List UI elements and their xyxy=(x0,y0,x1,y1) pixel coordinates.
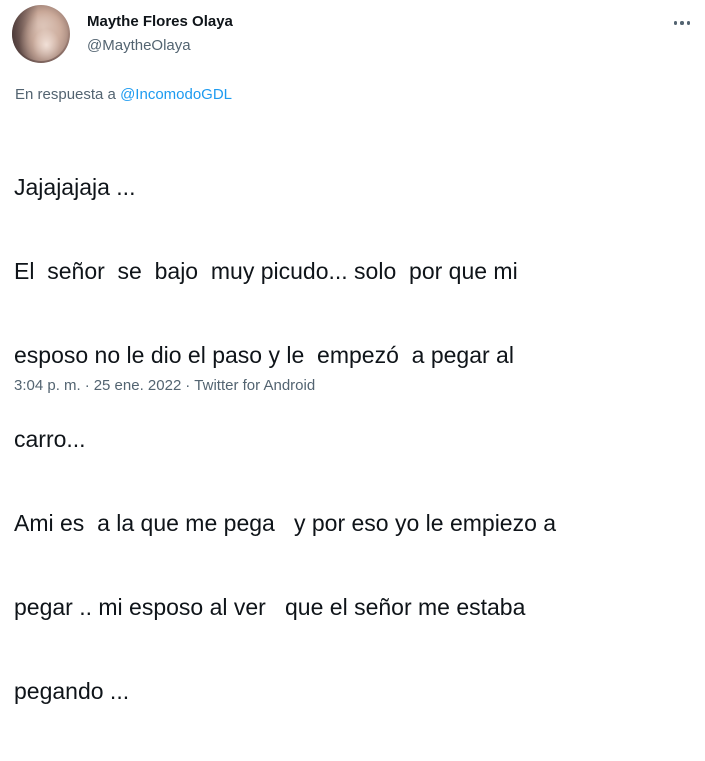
tweet-line: Jajajajaja ... xyxy=(14,174,136,200)
tweet-line: pegando ... xyxy=(14,678,130,704)
tweet: Maythe Flores Olaya @MaytheOlaya En resp… xyxy=(0,0,705,704)
meta-separator: · xyxy=(84,377,90,394)
meta-separator: · xyxy=(185,377,191,394)
tweet-text: Jajajajaja ... El señor se bajo muy picu… xyxy=(14,117,694,761)
display-name[interactable]: Maythe Flores Olaya xyxy=(87,13,233,30)
tweet-source[interactable]: Twitter for Android xyxy=(194,377,315,394)
more-dot xyxy=(680,21,684,25)
tweet-line: El señor se bajo muy picudo... solo por … xyxy=(14,258,518,284)
more-dot xyxy=(673,21,678,25)
tweet-line: esposo no le dio el paso y le empezó a p… xyxy=(14,342,514,368)
more-horizontal-icon[interactable] xyxy=(670,14,694,32)
user-handle[interactable]: @MaytheOlaya xyxy=(87,37,191,54)
more-dot xyxy=(686,21,691,25)
reply-prefix: En respuesta a xyxy=(15,86,121,103)
tweet-metadata: 3:04 p. m. · 25 ene. 2022 · Twitter for Andr… xyxy=(14,377,315,394)
tweet-line: Ami es a la que me pega y por eso yo le … xyxy=(14,510,557,536)
avatar-highlight xyxy=(14,7,68,61)
tweet-line: pegar .. mi esposo al ver que el señor m… xyxy=(14,594,526,620)
tweet-time[interactable]: 3:04 p. m. xyxy=(14,377,81,394)
avatar[interactable] xyxy=(12,5,70,63)
reply-mention-link[interactable]: @IncomodoGDL xyxy=(120,86,232,103)
tweet-line: carro... xyxy=(14,426,86,452)
reply-context: En respuesta a @IncomodoGDL xyxy=(15,86,232,103)
tweet-date[interactable]: 25 ene. 2022 xyxy=(94,377,182,394)
